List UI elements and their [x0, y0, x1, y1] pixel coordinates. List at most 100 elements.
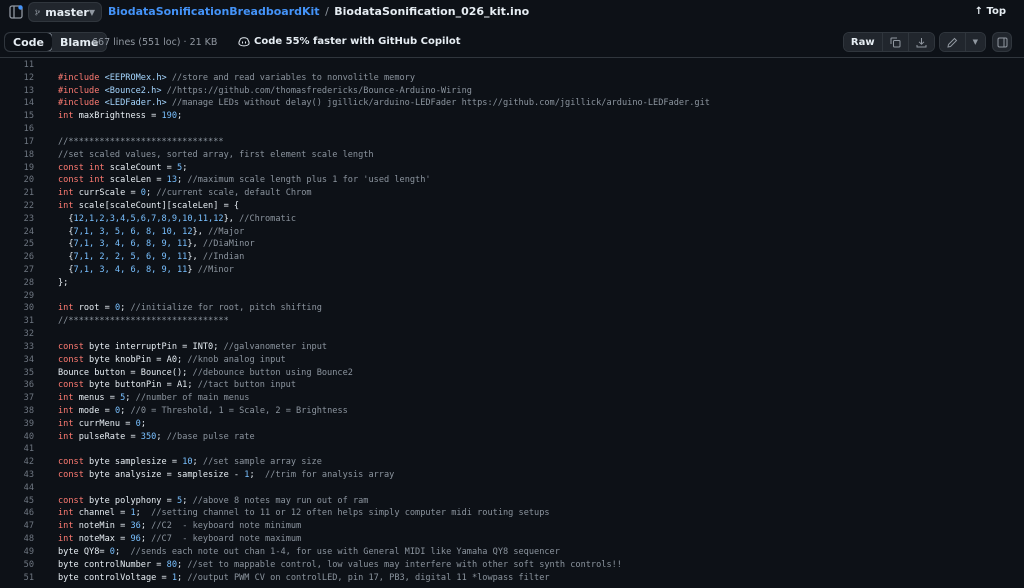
- code-line: 43 const byte analysize = samplesize - 1;…: [0, 469, 1024, 482]
- code-line: 23 {12,1,2,3,4,5,6,7,8,9,10,11,12}, //Ch…: [0, 213, 1024, 226]
- code-token: byte controlVoltage =: [58, 572, 172, 583]
- code-line: 16: [0, 123, 1024, 136]
- line-number[interactable]: 35: [0, 367, 34, 380]
- raw-button[interactable]: Raw: [843, 33, 883, 51]
- tab-code[interactable]: Code: [5, 33, 53, 51]
- code-text: int currScale = 0; //current scale, defa…: [58, 187, 312, 200]
- branch-selector-button[interactable]: master ▼: [28, 2, 102, 22]
- code-line: 39 int currMenu = 0;: [0, 418, 1024, 431]
- breadcrumb-file-name: BiodataSonification_026_kit.ino: [334, 5, 530, 18]
- download-button[interactable]: [908, 33, 934, 51]
- line-number[interactable]: 48: [0, 533, 34, 546]
- code-line: 41: [0, 443, 1024, 456]
- line-number[interactable]: 50: [0, 559, 34, 572]
- code-text: #include <Bounce2.h> //https://github.co…: [58, 85, 472, 98]
- code-token: currScale =: [73, 188, 141, 199]
- line-number[interactable]: 42: [0, 456, 34, 469]
- code-token: //set to mappable control, low values ma…: [187, 559, 622, 570]
- edit-options-button[interactable]: ▼: [965, 33, 985, 51]
- line-number[interactable]: 15: [0, 110, 34, 123]
- line-number[interactable]: 49: [0, 546, 34, 559]
- code-line: 17 //******************************: [0, 136, 1024, 149]
- line-number[interactable]: 40: [0, 431, 34, 444]
- code-token: //Chromatic: [239, 213, 297, 224]
- code-token: int: [58, 534, 74, 545]
- code-line: 27 {7,1, 3, 4, 6, 8, 9, 11} //Minor: [0, 264, 1024, 277]
- line-number[interactable]: 26: [0, 251, 34, 264]
- code-text: //set scaled values, sorted array, first…: [58, 149, 374, 162]
- code-text: const byte interruptPin = INT0; //galvan…: [58, 341, 327, 354]
- code-line: 22 int scale[scaleCount][scaleLen] = {: [0, 200, 1024, 213]
- code-text: const byte analysize = samplesize - 1; /…: [58, 469, 394, 482]
- code-line: 15 int maxBrightness = 190;: [0, 110, 1024, 123]
- code-token: ;: [120, 303, 131, 314]
- code-token: //C2 - keyboard note minimum: [151, 521, 302, 532]
- line-number[interactable]: 32: [0, 328, 34, 341]
- code-token: 80: [166, 559, 178, 570]
- breadcrumb-repo-link[interactable]: BiodataSonificationBreadboardKit: [108, 5, 320, 18]
- line-number[interactable]: 19: [0, 162, 34, 175]
- line-number[interactable]: 21: [0, 187, 34, 200]
- code-token: //DiaMinor: [202, 239, 255, 250]
- line-number[interactable]: 41: [0, 443, 34, 456]
- line-number[interactable]: 17: [0, 136, 34, 149]
- copilot-promo-link[interactable]: Code 55% faster with GitHub Copilot: [238, 36, 461, 47]
- line-number[interactable]: 33: [0, 341, 34, 354]
- symbols-panel-button[interactable]: [992, 32, 1012, 52]
- code-line: 45 const byte polyphony = 5; //above 8 no…: [0, 495, 1024, 508]
- line-number[interactable]: 29: [0, 290, 34, 303]
- code-token: menus =: [73, 393, 121, 404]
- code-token: ;: [192, 457, 203, 468]
- line-number[interactable]: 46: [0, 507, 34, 520]
- code-token: 7,1, 2, 2, 5, 6, 9, 11: [73, 252, 188, 263]
- line-number[interactable]: 18: [0, 149, 34, 162]
- line-number[interactable]: 28: [0, 277, 34, 290]
- code-token: //trim for analysis array: [264, 470, 395, 480]
- line-number[interactable]: 43: [0, 469, 34, 482]
- line-number[interactable]: 47: [0, 520, 34, 533]
- code-token: //Major: [208, 226, 245, 237]
- line-number[interactable]: 25: [0, 238, 34, 251]
- code-token: #include: [58, 85, 105, 96]
- code-line: 49 byte QY8= 0; //sends each note out cha…: [0, 546, 1024, 559]
- code-token: //maximum scale length plus 1 for 'used …: [187, 175, 431, 186]
- breadcrumb-separator: /: [325, 5, 329, 18]
- line-number[interactable]: 20: [0, 174, 34, 187]
- code-token: //sends each note out chan 1-4, for use …: [130, 546, 560, 557]
- line-number[interactable]: 36: [0, 379, 34, 392]
- sidebar-toggle-icon[interactable]: [9, 5, 23, 19]
- line-number[interactable]: 31: [0, 315, 34, 328]
- line-number[interactable]: 34: [0, 354, 34, 367]
- line-number[interactable]: 39: [0, 418, 34, 431]
- line-number[interactable]: 16: [0, 123, 34, 136]
- code-text: //*******************************: [58, 315, 229, 328]
- code-token: const: [58, 341, 84, 352]
- line-number[interactable]: 13: [0, 85, 34, 98]
- edit-button[interactable]: [939, 33, 966, 51]
- line-number[interactable]: 38: [0, 405, 34, 418]
- line-number[interactable]: 24: [0, 226, 34, 239]
- top-button[interactable]: ↑ Top: [975, 6, 1006, 17]
- line-number[interactable]: 14: [0, 97, 34, 110]
- line-number[interactable]: 12: [0, 72, 34, 85]
- line-number[interactable]: 51: [0, 572, 34, 585]
- line-number[interactable]: 44: [0, 482, 34, 495]
- code-text: const int scaleCount = 5;: [58, 162, 187, 175]
- code-line: 29: [0, 290, 1024, 303]
- code-token: //0 = Threshold, 1 = Scale, 2 = Brightne…: [130, 405, 348, 416]
- code-token: ;: [177, 559, 188, 570]
- toolbar-divider: [0, 57, 1024, 58]
- line-number[interactable]: 22: [0, 200, 34, 213]
- line-number[interactable]: 11: [0, 59, 34, 72]
- line-number[interactable]: 23: [0, 213, 34, 226]
- line-number[interactable]: 30: [0, 302, 34, 315]
- line-number[interactable]: 45: [0, 495, 34, 508]
- code-token: //current scale, default Chrom: [156, 188, 312, 199]
- copy-icon: [890, 37, 901, 47]
- code-token: const: [58, 354, 84, 365]
- line-number[interactable]: 27: [0, 264, 34, 277]
- code-token: byte knobPin = A0;: [83, 354, 188, 365]
- line-number[interactable]: 37: [0, 392, 34, 405]
- code-token: #include: [58, 98, 105, 109]
- copy-button[interactable]: [882, 33, 909, 51]
